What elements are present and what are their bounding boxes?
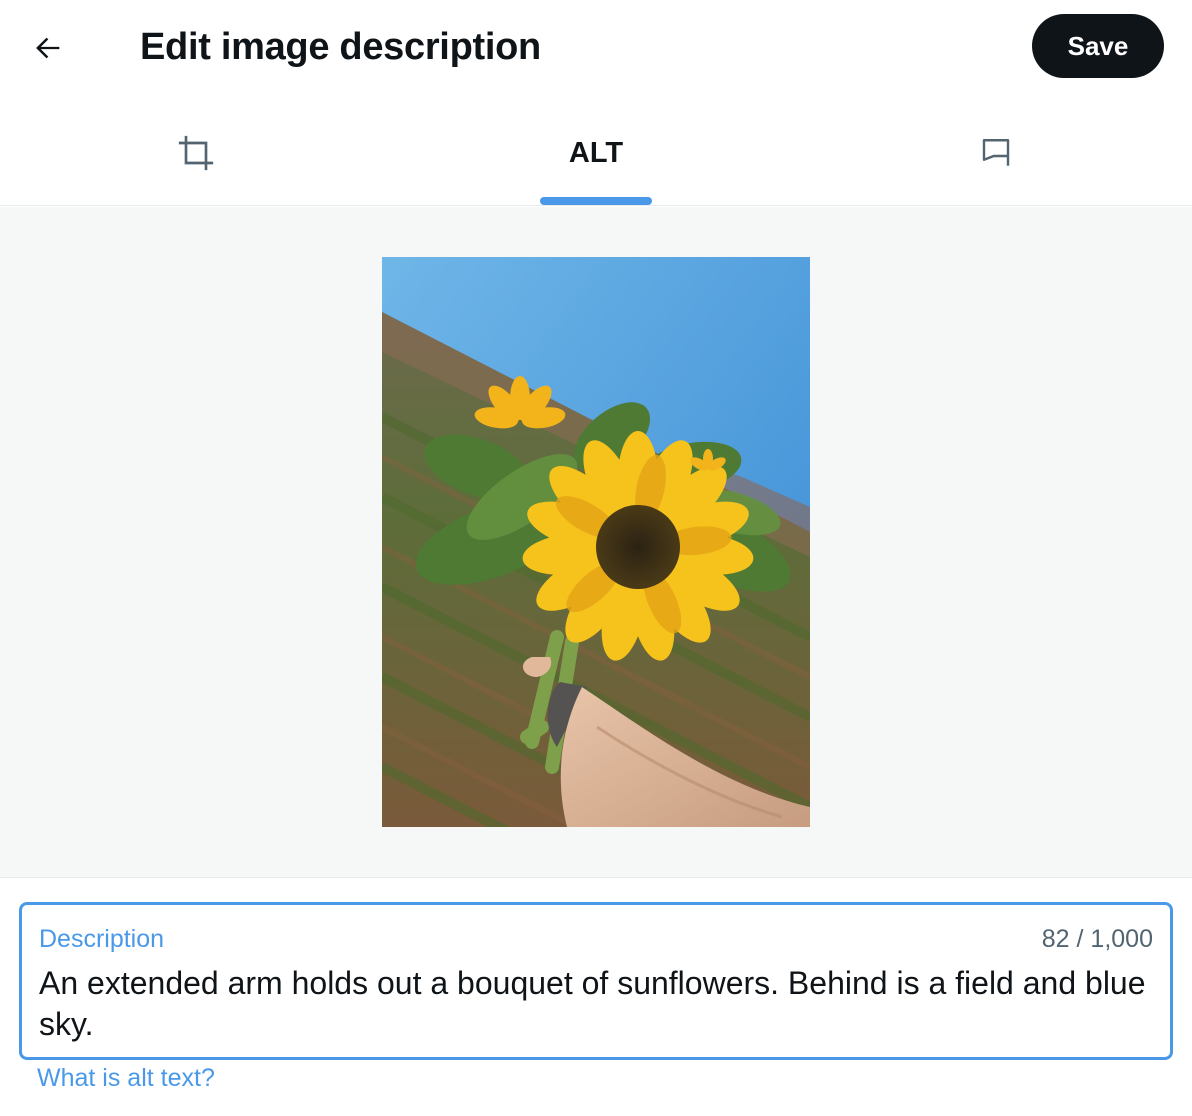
image-preview-area [0,207,1192,878]
tab-crop[interactable] [118,100,274,206]
description-field[interactable]: Description 82 / 1,000 An extended arm h… [19,902,1173,1060]
tab-alt-label: ALT [568,136,624,169]
description-input[interactable]: An extended arm holds out a bouquet of s… [39,963,1159,1045]
editor-tabs: ALT [0,100,1192,206]
arrow-left-icon [36,37,60,59]
crop-icon [178,135,214,171]
what-is-alt-text-link[interactable]: What is alt text? [37,1064,215,1093]
save-button[interactable]: Save [1032,14,1164,78]
tab-flag[interactable] [918,100,1074,206]
description-label: Description [39,925,165,953]
sunflower-bouquet-photo [382,257,810,827]
character-count: 82 / 1,000 [1041,925,1153,953]
tab-alt[interactable]: ALT [518,100,674,206]
tab-active-indicator [540,197,652,205]
flag-icon [982,139,1010,166]
page-title: Edit image description [140,26,541,68]
back-button[interactable] [24,24,72,72]
modal-header: Edit image description Save [0,0,1192,96]
